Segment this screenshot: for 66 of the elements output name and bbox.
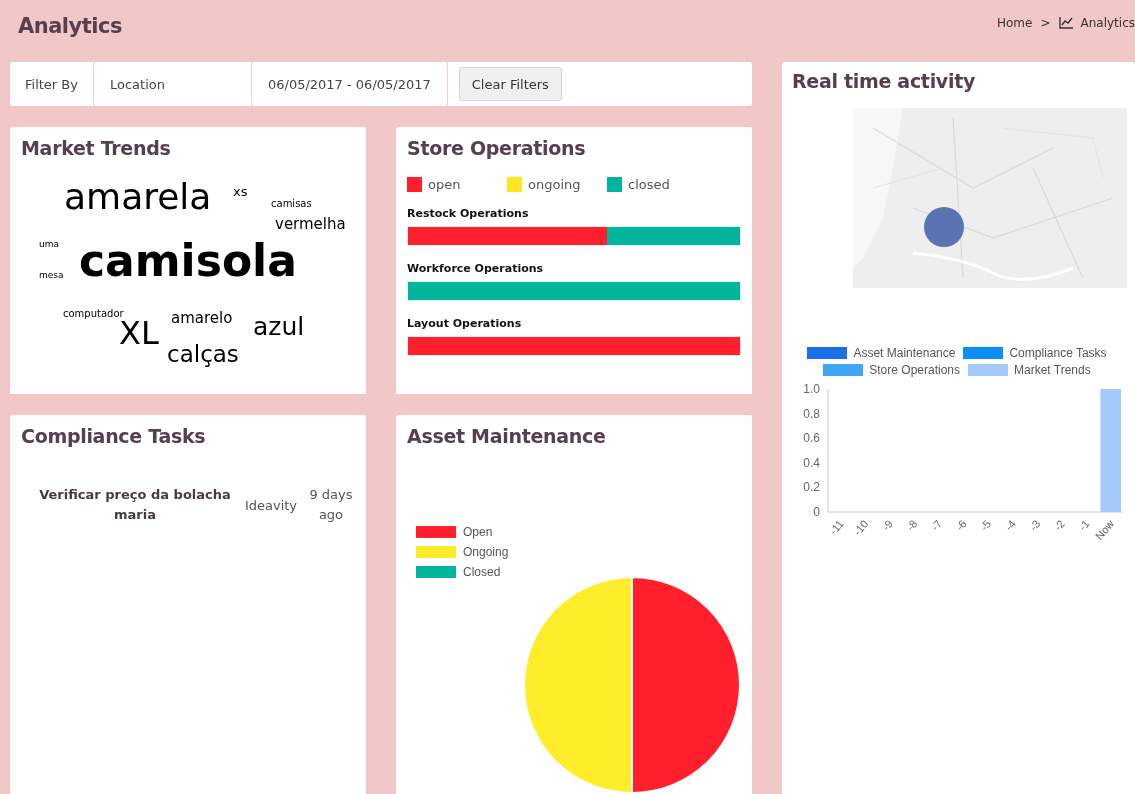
card-title: Real time activity [792, 70, 976, 92]
card-title: Asset Maintenance [407, 425, 607, 447]
legend-swatch [968, 364, 1008, 376]
y-tick-label: 0.6 [803, 431, 820, 446]
card-title: Compliance Tasks [21, 425, 207, 447]
legend-label: Store Operations [869, 363, 960, 377]
x-tick-label: -3 [1027, 517, 1043, 533]
breadcrumb-link[interactable]: Analytics [1080, 16, 1135, 30]
legend-swatch [823, 364, 864, 376]
cloud-word: amarelo [171, 311, 233, 326]
cloud-word: calças [167, 343, 239, 366]
x-tick-label: -5 [977, 517, 994, 533]
page-title: Analytics [18, 14, 122, 38]
y-tick-label: 0.4 [803, 455, 820, 470]
x-tick-label: -1 [1076, 517, 1092, 533]
x-tick-label: -11 [826, 517, 846, 537]
legend-label: Open [463, 525, 493, 539]
y-tick-label: 0 [813, 505, 820, 519]
x-tick-label: -6 [953, 517, 969, 533]
location-filter[interactable]: Location [93, 62, 252, 106]
line-chart-icon [1058, 17, 1073, 29]
cloud-word: vermelha [275, 217, 346, 232]
legend-label: closed [628, 177, 670, 192]
breadcrumb-link[interactable]: Home [997, 16, 1033, 30]
bar-label: Workforce Operations [407, 262, 545, 275]
bar-label: Layout Operations [407, 317, 523, 330]
legend-swatch [416, 566, 456, 578]
legend-label: open [428, 177, 461, 192]
date-range-filter[interactable]: 06/05/2017 - 06/05/2017 [251, 62, 448, 106]
task-owner: Ideavity [243, 497, 299, 513]
cloud-word: amarela [64, 179, 212, 215]
cloud-word: computador [63, 309, 124, 319]
legend-swatch [807, 347, 848, 359]
cloud-word: camisas [271, 199, 312, 209]
x-tick-label: -8 [904, 517, 920, 533]
cloud-word: xs [233, 185, 248, 198]
legend-label: Asset Maintenance [853, 346, 956, 360]
breadcrumb-separator: > [1040, 16, 1051, 30]
legend-label: Compliance Tasks [1009, 346, 1107, 360]
y-tick-label: 0.8 [803, 406, 820, 421]
cloud-word: mesa [39, 271, 64, 280]
legend-swatch [416, 526, 456, 538]
cloud-word: azul [253, 314, 305, 339]
bar-label: Restock Operations [407, 207, 530, 220]
x-tick-label: -10 [851, 517, 871, 538]
task-name: Verificar preço da bolacha maria [38, 486, 232, 524]
legend-swatch [963, 347, 1004, 359]
legend-swatch [416, 546, 456, 558]
legend-label: Closed [463, 565, 501, 579]
y-tick-label: 1.0 [803, 382, 820, 396]
legend-label: ongoing [528, 177, 581, 192]
clear-filters-button[interactable]: Clear Filters [458, 67, 562, 101]
card-title: Market Trends [21, 137, 172, 159]
x-tick-label: -4 [1002, 517, 1018, 533]
cloud-word: camisola [79, 239, 297, 283]
cloud-word: uma [39, 240, 59, 249]
legend-label: Ongoing [463, 545, 509, 559]
card-title: Store Operations [407, 137, 587, 159]
x-tick-label: -9 [879, 517, 895, 533]
legend-label: Market Trends [1014, 363, 1091, 377]
x-tick-label: -2 [1051, 517, 1068, 533]
filter-label: Filter By [10, 62, 94, 106]
task-age: 9 days ago [308, 486, 354, 524]
x-tick-label: -7 [928, 517, 945, 533]
cloud-word: XL [119, 317, 159, 349]
y-tick-label: 0.2 [803, 480, 820, 495]
